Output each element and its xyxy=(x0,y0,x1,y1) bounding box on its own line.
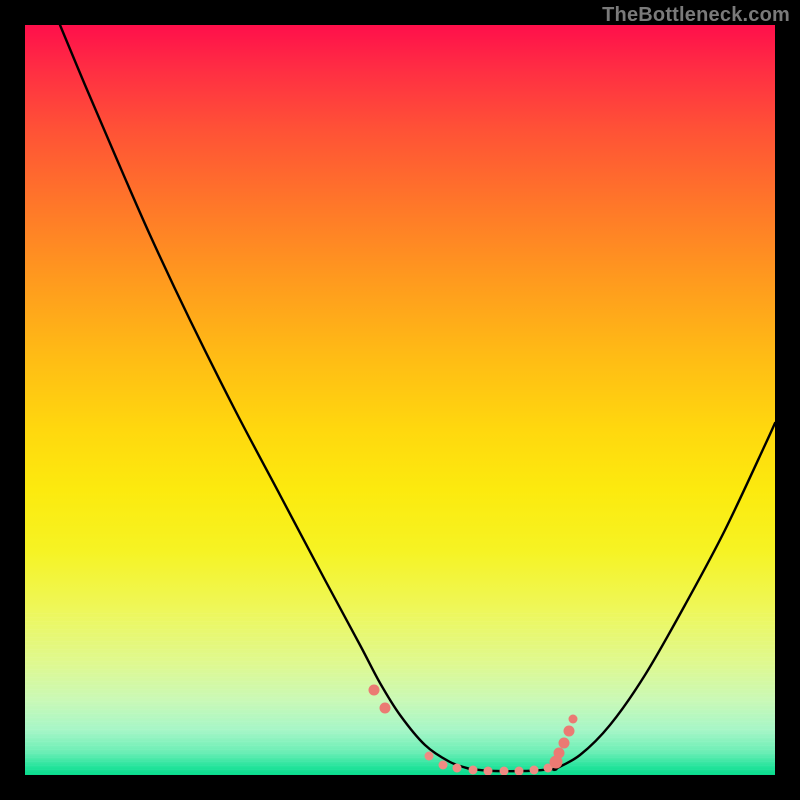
data-marker xyxy=(439,761,448,770)
data-marker xyxy=(453,764,462,773)
watermark: TheBottleneck.com xyxy=(602,4,790,27)
v-curve xyxy=(25,25,775,775)
data-marker xyxy=(425,752,434,761)
data-marker xyxy=(484,767,493,776)
bottleneck-curve-path xyxy=(60,25,775,771)
data-marker xyxy=(369,685,380,696)
data-marker xyxy=(380,703,391,714)
data-marker xyxy=(569,715,578,724)
plot-area xyxy=(25,25,775,775)
data-marker xyxy=(469,766,478,775)
data-marker xyxy=(500,767,509,776)
data-marker xyxy=(554,748,565,759)
data-marker xyxy=(530,766,539,775)
chart-stage: TheBottleneck.com xyxy=(0,0,800,800)
data-marker xyxy=(515,767,524,776)
data-marker xyxy=(559,738,570,749)
data-marker xyxy=(564,726,575,737)
